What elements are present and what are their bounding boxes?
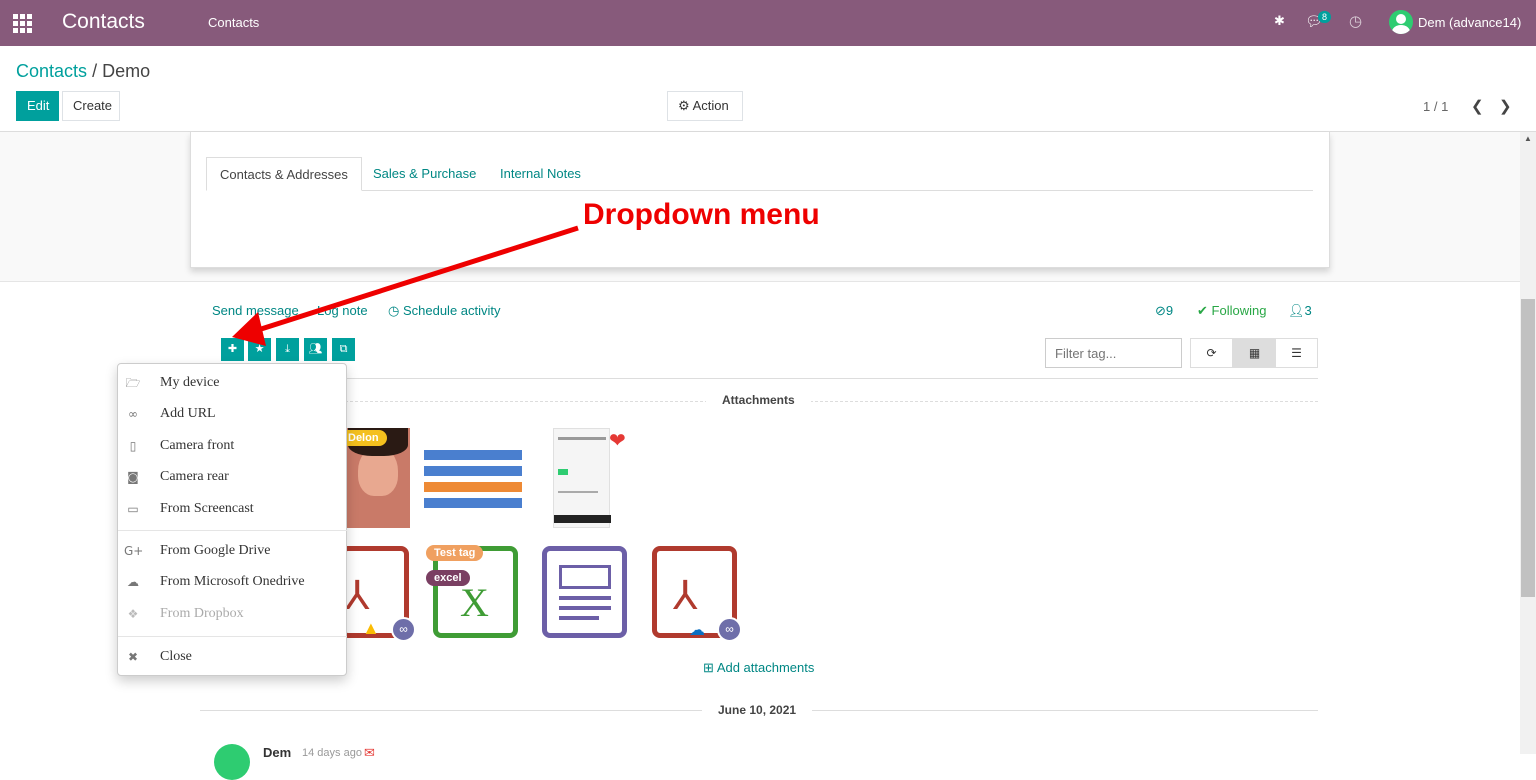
scrollbar-thumb[interactable] [1521,299,1535,597]
desktop-icon: ▭ [127,502,139,516]
dropdown-item-onedrive[interactable]: ☁ From Microsoft Onedrive [118,567,347,597]
link-icon: ∞ [128,407,138,421]
dropdown-item-my-device[interactable]: 🗁 My device [118,368,347,398]
google-plus-icon: G+ [124,544,144,558]
dropdown-item-dropbox[interactable]: ❖ From Dropbox [118,599,347,629]
cloud-icon: ☁ [127,575,139,589]
dropdown-divider [118,530,347,531]
page-scrollbar[interactable]: ▲ [1520,132,1536,754]
dropdown-item-from-screencast[interactable]: ▭ From Screencast [118,494,347,524]
scroll-up-icon[interactable]: ▲ [1524,134,1532,143]
attachment-dropdown-menu: 🗁 My device ∞ Add URL ▯ Camera front ◙ Camer… [117,363,347,676]
close-icon: ✖ [127,650,139,664]
folder-open-icon: 🗁 [125,376,141,390]
dropdown-item-google-drive[interactable]: G+ From Google Drive [118,536,347,566]
dropbox-icon: ❖ [127,607,139,621]
dropdown-item-add-url[interactable]: ∞ Add URL [118,399,347,429]
dropdown-divider [118,636,347,637]
dropdown-item-close[interactable]: ✖ Close [118,642,347,672]
dropdown-item-camera-front[interactable]: ▯ Camera front [118,431,347,461]
mobile-icon: ▯ [129,439,137,453]
camera-icon: ◙ [127,470,139,484]
dropdown-item-camera-rear[interactable]: ◙ Camera rear [118,462,347,492]
